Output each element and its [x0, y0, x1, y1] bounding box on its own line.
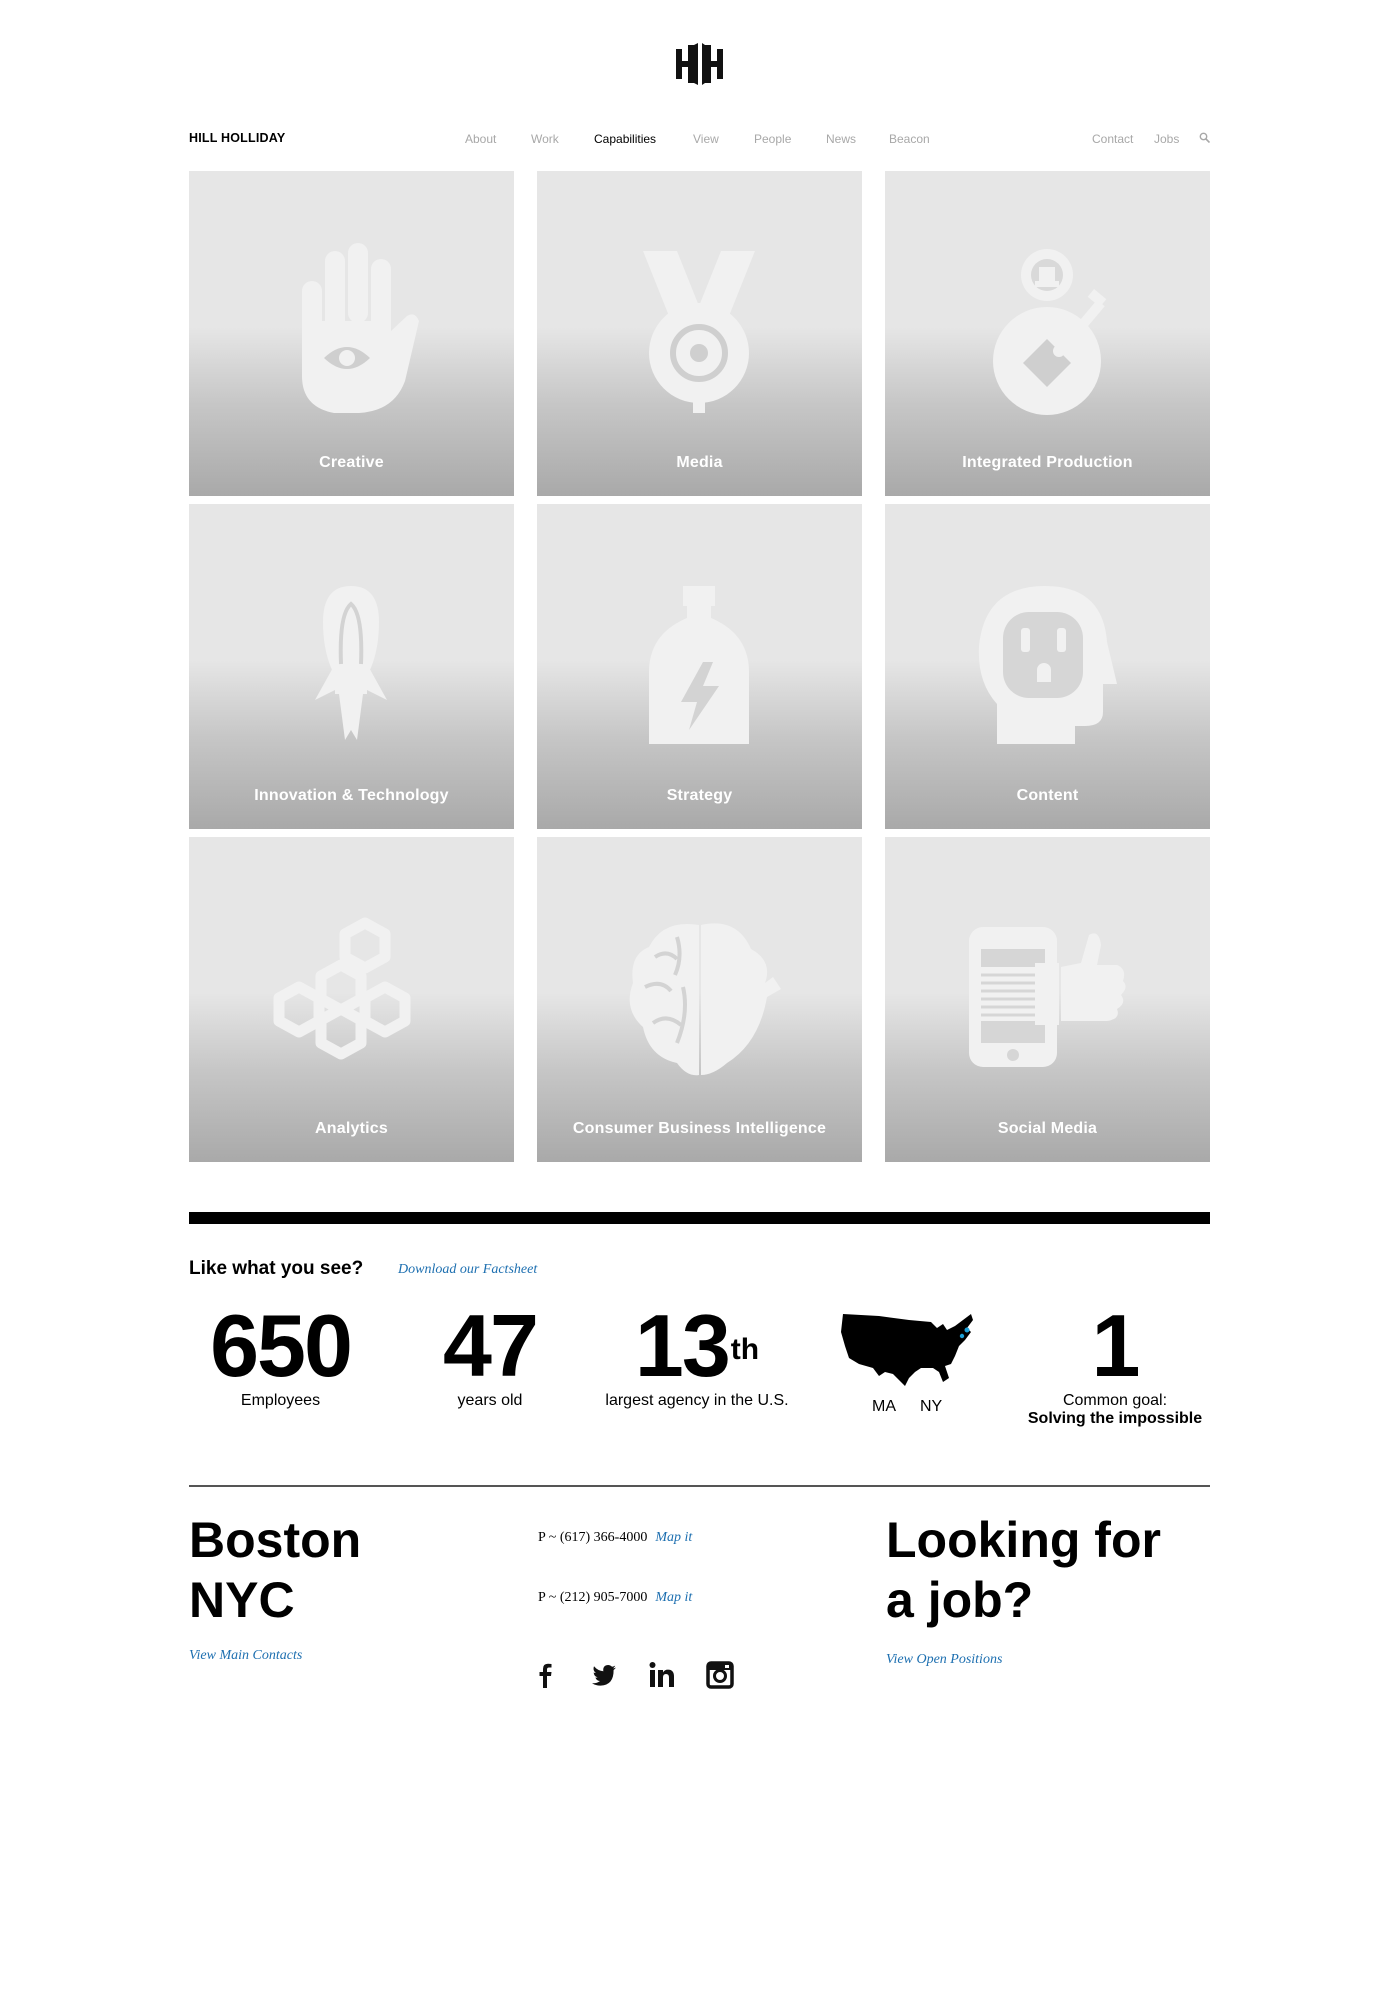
- search-icon[interactable]: [1199, 132, 1210, 143]
- map-label-ma: MA: [872, 1398, 896, 1415]
- usa-map-icon: [841, 1314, 973, 1386]
- stat-suffix: th: [730, 1333, 760, 1366]
- facebook-icon[interactable]: [530, 1660, 560, 1690]
- medal-target-icon: [643, 251, 755, 413]
- twitter-icon[interactable]: [589, 1660, 619, 1690]
- map-it-link[interactable]: Map it: [655, 1530, 692, 1545]
- facts-heading: Like what you see?: [189, 1258, 364, 1279]
- stat-caption: largest agency in the U.S.: [605, 1392, 789, 1409]
- instagram-icon[interactable]: [705, 1660, 735, 1690]
- stat-caption-bold: Solving the impossible: [1027, 1410, 1203, 1427]
- tile-innovation-technology[interactable]: Innovation & Technology: [189, 504, 514, 829]
- tile-label: Media: [676, 454, 723, 471]
- nav-item-about[interactable]: About: [465, 132, 496, 146]
- phone-nyc: P ~ (212) 905-7000 Map it: [538, 1590, 692, 1606]
- brand-name[interactable]: HILL HOLLIDAY: [189, 131, 285, 145]
- section-divider: [189, 1212, 1210, 1224]
- tile-label: Social Media: [997, 1120, 1098, 1137]
- tile-label: Consumer Business Intelligence: [572, 1120, 827, 1137]
- stat-employees: 650 Employees: [193, 1300, 368, 1410]
- stopwatch-puzzle-icon: [993, 249, 1107, 415]
- nav-item-people[interactable]: People: [754, 132, 791, 146]
- jobs-heading-line2: a job?: [886, 1572, 1034, 1628]
- phone-number: P ~ (617) 366-4000: [538, 1530, 648, 1545]
- nav-item-view[interactable]: View: [693, 132, 719, 146]
- nav-item-contact[interactable]: Contact: [1092, 132, 1133, 146]
- nav-item-work[interactable]: Work: [531, 132, 559, 146]
- main-nav: HILL HOLLIDAY About Work Capabilities Vi…: [189, 131, 1210, 151]
- tile-social-media[interactable]: Social Media: [885, 837, 1210, 1162]
- tile-consumer-business-intelligence[interactable]: Consumer Business Intelligence: [537, 837, 862, 1162]
- stat-value: 13: [634, 1296, 731, 1395]
- phone-number: P ~ (212) 905-7000: [538, 1590, 648, 1605]
- phone-thumbs-up-icon: [969, 927, 1126, 1067]
- brain-heart-icon: [629, 923, 781, 1076]
- hand-eye-icon: [302, 243, 419, 413]
- stat-value: 650: [210, 1296, 353, 1395]
- tile-integrated-production[interactable]: Integrated Production: [885, 171, 1210, 496]
- nav-item-beacon[interactable]: Beacon: [889, 132, 930, 146]
- tile-label: Strategy: [666, 787, 733, 804]
- stat-years: 47 years old: [410, 1300, 570, 1410]
- view-main-contacts-link[interactable]: View Main Contacts: [189, 1648, 302, 1664]
- tile-content[interactable]: Content: [885, 504, 1210, 829]
- nav-item-jobs[interactable]: Jobs: [1154, 132, 1179, 146]
- hh-logo-icon[interactable]: [674, 43, 726, 85]
- tile-label: Creative: [319, 454, 384, 471]
- footer-rule: [189, 1485, 1210, 1487]
- tile-label: Innovation & Technology: [254, 787, 449, 804]
- jobs-heading: Looking for a job?: [886, 1510, 1161, 1630]
- map-it-link[interactable]: Map it: [655, 1590, 692, 1605]
- tile-label: Analytics: [315, 1120, 388, 1137]
- lightbulb-rocket-icon: [315, 586, 387, 740]
- tile-analytics[interactable]: Analytics: [189, 837, 514, 1162]
- city-boston: Boston: [189, 1512, 362, 1568]
- nav-item-news[interactable]: News: [826, 132, 856, 146]
- head-outlet-icon: [978, 586, 1117, 744]
- energy-bottle-icon: [649, 586, 749, 744]
- tile-label: Integrated Production: [962, 454, 1133, 471]
- nav-item-capabilities[interactable]: Capabilities: [594, 132, 656, 146]
- stat-caption: years old: [457, 1392, 523, 1409]
- tile-label: Content: [1016, 787, 1079, 804]
- stat-value: 47: [443, 1296, 539, 1395]
- tile-strategy[interactable]: Strategy: [537, 504, 862, 829]
- city-nyc: NYC: [189, 1572, 295, 1628]
- honeycomb-icon: [273, 917, 411, 1060]
- stat-value: 1: [1091, 1296, 1141, 1395]
- phone-boston: P ~ (617) 366-4000 Map it: [538, 1530, 692, 1546]
- map-label-ny: NY: [920, 1398, 943, 1415]
- jobs-heading-line1: Looking for: [886, 1512, 1161, 1568]
- view-open-positions-link[interactable]: View Open Positions: [886, 1652, 1002, 1668]
- linkedin-icon[interactable]: [647, 1660, 677, 1690]
- tile-creative[interactable]: Creative: [189, 171, 514, 496]
- stat-goal: 1 Common goal: Solving the impossible: [1020, 1300, 1210, 1428]
- stat-rank: 13th largest agency in the U.S.: [592, 1300, 802, 1410]
- tile-media[interactable]: Media: [537, 171, 862, 496]
- download-factsheet-link[interactable]: Download our Factsheet: [398, 1262, 537, 1278]
- stat-caption: Common goal:: [1062, 1392, 1168, 1409]
